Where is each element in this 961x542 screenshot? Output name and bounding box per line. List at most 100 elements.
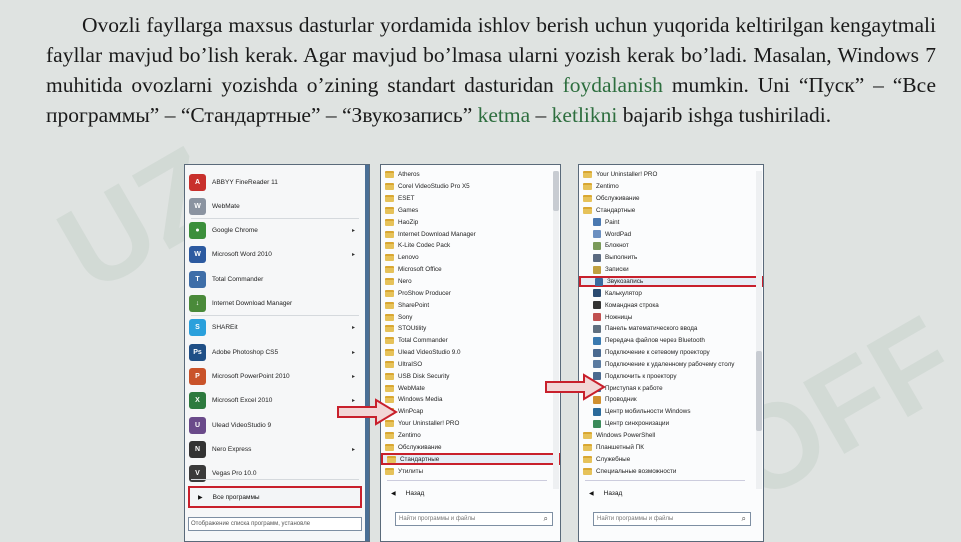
folder-item[interactable]: Corel VideoStudio Pro X5 [381, 181, 560, 193]
folder-item[interactable]: Утилиты [381, 465, 560, 477]
app-item[interactable]: Звукозапись [579, 275, 763, 288]
folder-item[interactable]: Nero [381, 276, 560, 288]
app-icon [593, 336, 601, 345]
app-item[interactable]: Подключение к сетевому проектору [579, 347, 763, 359]
folder-label: Утилиты [398, 467, 424, 475]
scrollbar-thumb[interactable] [553, 171, 559, 211]
program-item[interactable]: W Microsoft Word 2010 ▸ [189, 244, 361, 266]
folder-item[interactable]: Your Uninstaller! PRO [579, 169, 763, 181]
app-item[interactable]: Подключение к удаленному рабочему столу [579, 359, 763, 371]
app-item[interactable]: Записки [579, 264, 763, 276]
folder-label: Sony [398, 313, 413, 321]
all-programs-screenshot: Atheros Corel VideoStudio Pro X5 ESET Games… [380, 164, 561, 542]
folder-item[interactable]: USB Disk Security [381, 370, 560, 382]
app-item[interactable]: Ножницы [579, 311, 763, 323]
folder-item[interactable]: Games [381, 205, 560, 217]
item-label: Проводник [605, 396, 637, 404]
search-input[interactable]: Найти программы и файлы ⌕ [395, 512, 553, 526]
folder-item[interactable]: K-Lite Codec Pack [381, 240, 560, 252]
app-item[interactable]: Подключить к проектору [579, 370, 763, 382]
scrollbar[interactable] [553, 171, 559, 489]
program-item[interactable]: A ABBYY FineReader 11 [189, 171, 361, 193]
folder-item[interactable]: Специальные возможности [579, 465, 763, 477]
folder-item[interactable]: STOUtility [381, 323, 560, 335]
abbyy-icon: A [189, 173, 206, 191]
folder-label: Total Commander [398, 337, 448, 345]
folder-item[interactable]: UltraISO [381, 359, 560, 371]
program-folder-list: Atheros Corel VideoStudio Pro X5 ESET Games… [381, 169, 560, 477]
folder-item[interactable]: HaoZip [381, 216, 560, 228]
item-label: Подключение к удаленному рабочему столу [605, 360, 735, 368]
folder-item[interactable]: Обслуживание [381, 441, 560, 453]
folder-label: WebMate [398, 384, 425, 392]
folder-item[interactable]: Стандартные [381, 453, 560, 466]
folder-item[interactable]: ProShow Producer [381, 287, 560, 299]
folder-label: UltraISO [398, 360, 423, 368]
program-item[interactable]: ↓ Internet Download Manager [189, 293, 361, 315]
program-item[interactable]: V Vegas Pro 10.0 [189, 463, 361, 485]
app-icon [593, 313, 601, 322]
folder-item[interactable]: Обслуживание [579, 193, 763, 205]
app-item[interactable]: Paint [579, 216, 763, 228]
folder-item[interactable]: Стандартные [579, 205, 763, 217]
scrollbar-thumb[interactable] [756, 351, 762, 431]
program-item[interactable]: T Total Commander [189, 268, 361, 290]
app-item[interactable]: Передача файлов через Bluetooth [579, 335, 763, 347]
folder-item[interactable]: Atheros [381, 169, 560, 181]
app-item[interactable]: Панель математического ввода [579, 323, 763, 335]
app-item[interactable]: Выполнить [579, 252, 763, 264]
folder-item[interactable]: Ulead VideoStudio 9.0 [381, 347, 560, 359]
folder-icon [385, 195, 394, 203]
folder-item[interactable]: Zentimo [381, 430, 560, 442]
program-item[interactable]: ● Google Chrome ▸ [189, 220, 361, 242]
back-button[interactable]: ◀ Назад [589, 490, 622, 497]
folder-item[interactable]: Internet Download Manager [381, 228, 560, 240]
folder-item[interactable]: Sony [381, 311, 560, 323]
app-item[interactable]: Центр синхронизации [579, 418, 763, 430]
folder-item[interactable]: Windows PowerShell [579, 430, 763, 442]
app-item[interactable]: Калькулятор [579, 287, 763, 299]
item-label: Your Uninstaller! PRO [596, 171, 658, 179]
app-item[interactable]: Проводник [579, 394, 763, 406]
folder-icon [385, 372, 394, 380]
app-item[interactable]: Командная строка [579, 299, 763, 311]
folder-item[interactable]: SharePoint [381, 299, 560, 311]
folder-item[interactable]: WebMate [381, 382, 560, 394]
back-button[interactable]: ◀ Назад [391, 490, 424, 497]
app-item[interactable]: Центр мобильности Windows [579, 406, 763, 418]
program-item[interactable]: S SHAREit ▸ [189, 317, 361, 339]
folder-item[interactable]: Windows Media [381, 394, 560, 406]
program-label: Vegas Pro 10.0 [212, 470, 257, 478]
start-search-input[interactable]: Отображение списка программ, установле [188, 517, 362, 531]
app-icon [593, 289, 601, 298]
app-item[interactable]: Приступая к работе [579, 382, 763, 394]
folder-label: Ulead VideoStudio 9.0 [398, 349, 461, 357]
item-label: Планшетный ПК [596, 443, 644, 451]
folder-item[interactable]: Планшетный ПК [579, 441, 763, 453]
folder-item[interactable]: Total Commander [381, 335, 560, 347]
powerpoint-icon: P [189, 367, 206, 385]
folder-item[interactable]: ESET [381, 193, 560, 205]
folder-icon [583, 467, 592, 475]
program-item[interactable]: Ps Adobe Photoshop CS5 ▸ [189, 341, 361, 363]
scrollbar[interactable] [756, 171, 762, 489]
folder-icon [387, 455, 396, 463]
folder-item[interactable]: Lenovo [381, 252, 560, 264]
folder-item[interactable]: Служебные [579, 453, 763, 465]
folder-item[interactable]: WinPcap [381, 406, 560, 418]
app-item[interactable]: WordPad [579, 228, 763, 240]
search-input[interactable]: Найти программы и файлы ⌕ [593, 512, 751, 526]
app-item[interactable]: Блокнот [579, 240, 763, 252]
program-item[interactable]: N Nero Express ▸ [189, 438, 361, 460]
program-item[interactable]: P Microsoft PowerPoint 2010 ▸ [189, 365, 361, 387]
folder-item[interactable]: Microsoft Office [381, 264, 560, 276]
folder-item[interactable]: Zentimo [579, 181, 763, 193]
folder-icon [385, 289, 394, 297]
divider [387, 480, 547, 481]
folder-label: HaoZip [398, 218, 419, 226]
all-programs-button[interactable]: ▶ Все программы [188, 486, 362, 508]
app-icon [593, 301, 601, 310]
folder-item[interactable]: Your Uninstaller! PRO [381, 418, 560, 430]
total-commander-icon: T [189, 270, 206, 288]
program-item[interactable]: W WebMate [189, 195, 361, 217]
